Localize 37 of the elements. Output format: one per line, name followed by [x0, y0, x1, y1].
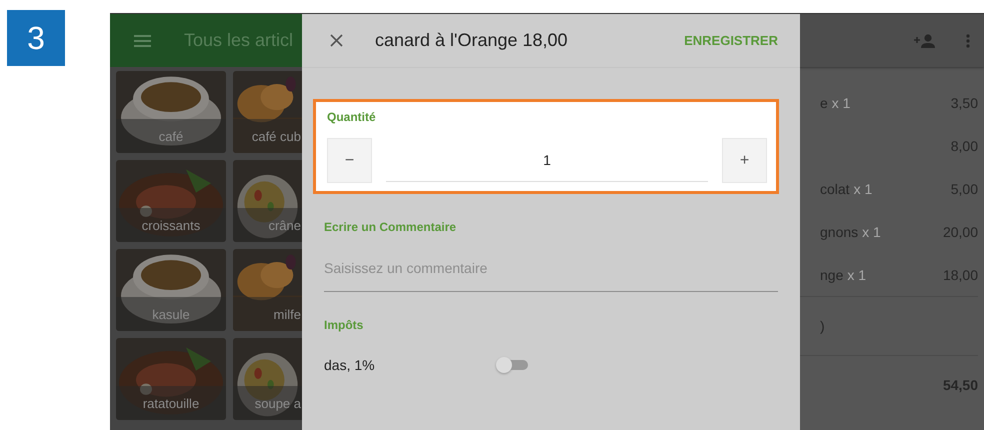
- more-icon[interactable]: [966, 34, 970, 48]
- dialog-title: canard à l'Orange 18,00: [375, 30, 569, 51]
- product-name: milfe: [274, 306, 301, 322]
- increase-button[interactable]: +: [722, 138, 767, 183]
- product-name: kasule: [152, 306, 190, 322]
- app-title: Tous les articl: [184, 30, 294, 51]
- product-tile[interactable]: croissants: [116, 160, 226, 242]
- product-name: ratatouille: [142, 396, 200, 410]
- decrease-button[interactable]: −: [327, 138, 372, 183]
- product-tile[interactable]: ratatouille: [116, 338, 226, 420]
- comment-label: Ecrire un Commentaire: [324, 220, 458, 234]
- quantity-label: Quantité: [327, 110, 377, 124]
- product-tile[interactable]: milfe: [233, 249, 302, 331]
- product-name: crâne: [268, 218, 301, 232]
- step-number: 3: [7, 10, 65, 66]
- close-icon[interactable]: [330, 34, 343, 47]
- product-name: soupe a: [254, 396, 301, 410]
- menu-icon[interactable]: [134, 34, 151, 46]
- add-person-icon[interactable]: [914, 34, 936, 48]
- product-tile[interactable]: crâne: [233, 160, 302, 242]
- ticket-line: ): [820, 318, 825, 334]
- product-tile[interactable]: café: [116, 71, 226, 153]
- product-tile[interactable]: kasule: [116, 249, 226, 331]
- product-name: café: [158, 128, 184, 144]
- tax-toggle[interactable]: [496, 357, 528, 373]
- item-quantity: x 1: [847, 266, 866, 282]
- product-name: croissants: [142, 218, 200, 232]
- product-tile[interactable]: café cub: [233, 71, 302, 153]
- item-quantity: x 1: [854, 180, 872, 196]
- comment-field[interactable]: Saisissez un commentaire: [324, 252, 778, 292]
- taxes-label: Impôts: [324, 318, 364, 332]
- product-name: café cub: [252, 128, 301, 144]
- tax-name: das, 1%: [324, 357, 376, 373]
- item-quantity: x 1: [862, 224, 881, 240]
- quantity-field[interactable]: 1: [386, 139, 708, 182]
- product-tile[interactable]: soupe a: [233, 338, 302, 420]
- item-quantity: x 1: [832, 94, 850, 110]
